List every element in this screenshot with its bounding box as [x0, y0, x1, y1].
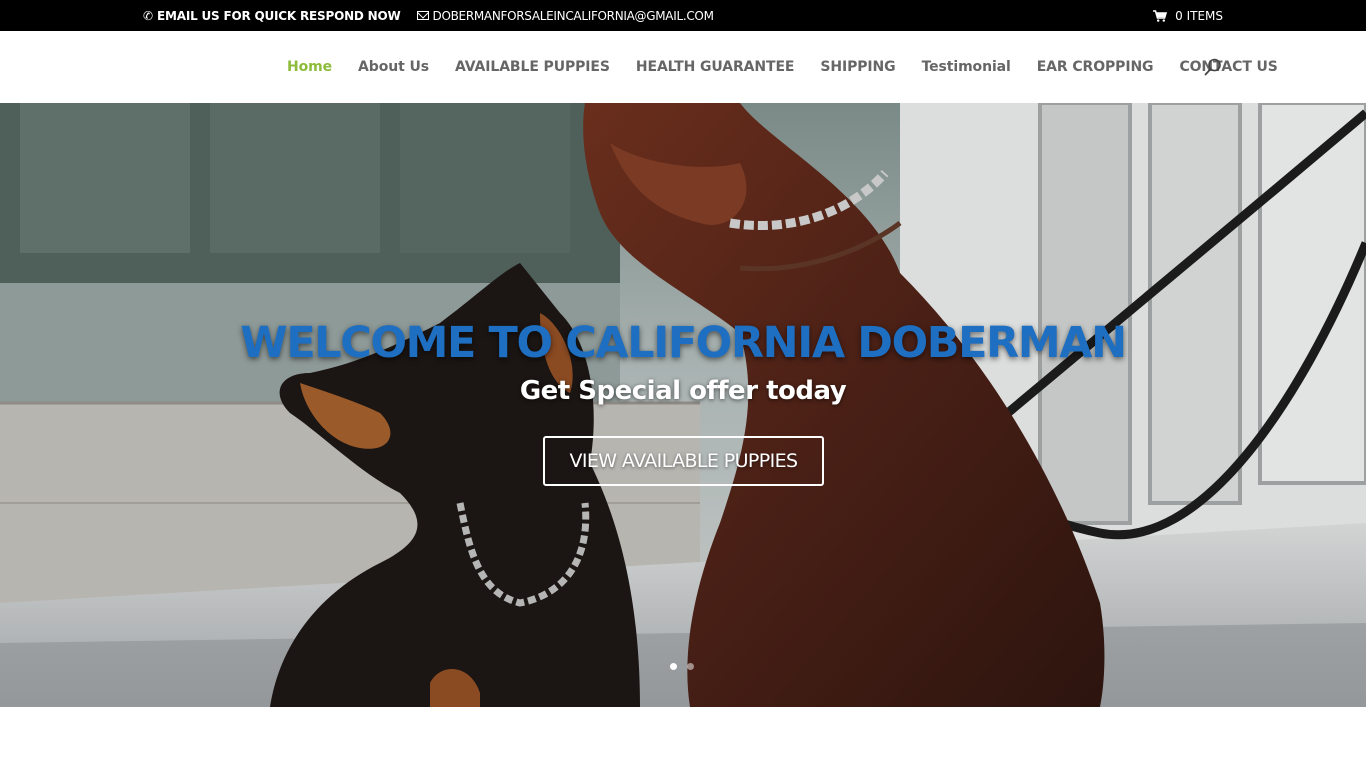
top-bar: ✆ EMAIL US FOR QUICK RESPOND NOW DOBERMA…: [0, 0, 1366, 31]
nav-item-contact-us[interactable]: CONTACT US: [1179, 59, 1277, 75]
hero-subtitle: Get Special offer today: [519, 376, 847, 406]
quick-respond-text: EMAIL US FOR QUICK RESPOND NOW: [157, 8, 401, 23]
cart-icon: [1153, 9, 1168, 22]
main-nav: Home About Us AVAILABLE PUPPIES HEALTH G…: [287, 31, 1278, 103]
envelope-icon: [416, 11, 429, 20]
nav-item-testimonial[interactable]: Testimonial: [922, 59, 1011, 75]
nav-item-health-guarantee[interactable]: HEALTH GUARANTEE: [636, 59, 795, 75]
top-bar-cart: 0 ITEMS: [1153, 0, 1223, 31]
quick-respond-link[interactable]: ✆ EMAIL US FOR QUICK RESPOND NOW: [143, 9, 401, 23]
nav-item-available-puppies[interactable]: AVAILABLE PUPPIES: [455, 59, 610, 75]
email-link[interactable]: DOBERMANFORSALEINCALIFORNIA@GMAIL.COM: [416, 8, 714, 23]
nav-item-about-us[interactable]: About Us: [358, 59, 429, 75]
nav-item-home[interactable]: Home: [287, 59, 332, 75]
slider-dot-2[interactable]: [687, 663, 694, 670]
email-text: DOBERMANFORSALEINCALIFORNIA@GMAIL.COM: [432, 8, 714, 23]
slider-pagination: [670, 663, 704, 670]
hero-title: WELCOME TO CALIFORNIA DOBERMAN: [240, 318, 1127, 368]
view-available-puppies-button[interactable]: VIEW AVAILABLE PUPPIES: [543, 436, 824, 486]
hero-slider: WELCOME TO CALIFORNIA DOBERMAN Get Speci…: [0, 103, 1366, 707]
search-icon[interactable]: [1204, 58, 1222, 76]
nav-item-ear-cropping[interactable]: EAR CROPPING: [1037, 59, 1154, 75]
top-bar-contact: ✆ EMAIL US FOR QUICK RESPOND NOW DOBERMA…: [143, 0, 714, 31]
slider-dot-1[interactable]: [670, 663, 677, 670]
cart-count-text: 0 ITEMS: [1175, 8, 1223, 23]
cart-link[interactable]: 0 ITEMS: [1153, 9, 1223, 23]
nav-item-shipping[interactable]: SHIPPING: [820, 59, 895, 75]
site-header: Home About Us AVAILABLE PUPPIES HEALTH G…: [0, 31, 1366, 103]
phone-icon: ✆: [143, 8, 153, 23]
